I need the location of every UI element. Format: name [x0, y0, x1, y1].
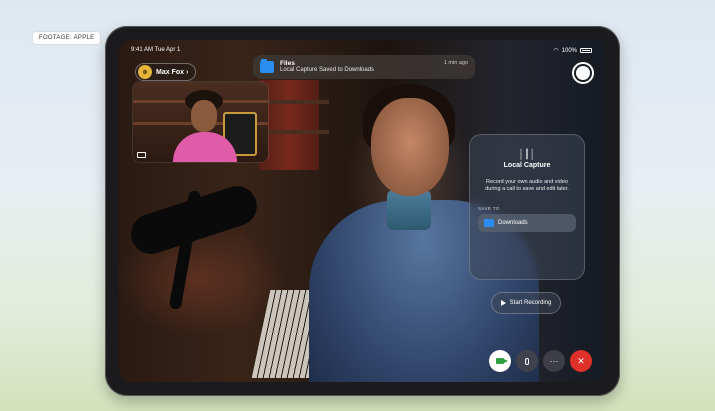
end-call-button[interactable]: ✕ — [570, 350, 592, 372]
camera-flip-icon[interactable] — [137, 152, 146, 158]
wifi-icon: ◠ — [553, 48, 559, 54]
battery-icon — [580, 48, 592, 53]
ipad-frame: 9:41 AM Tue Apr 1 ◠ 100% ☻ Max Fox › Fil… — [105, 26, 620, 396]
panel-title: Local Capture — [503, 162, 551, 169]
destination-label: Downloads — [498, 219, 528, 226]
video-icon — [496, 358, 508, 364]
notification-time: 1 min ago — [443, 60, 468, 66]
folder-icon — [484, 218, 494, 227]
facetime-screen: 9:41 AM Tue Apr 1 ◠ 100% ☻ Max Fox › Fil… — [119, 40, 606, 382]
folder-icon — [260, 59, 274, 73]
main-caller-face — [371, 98, 449, 196]
call-controls: ··· ✕ — [489, 350, 592, 372]
notification-title: Files — [280, 60, 295, 68]
mic-toggle-button[interactable] — [516, 350, 538, 372]
video-toggle-button[interactable] — [489, 350, 511, 372]
ellipsis-icon: ··· — [549, 356, 559, 366]
mic-icon — [525, 357, 529, 365]
pip-person-face — [191, 100, 217, 132]
caller-avatar-icon: ☻ — [138, 65, 152, 79]
capture-button-inner — [576, 66, 590, 80]
play-icon — [500, 300, 506, 306]
capture-button[interactable] — [572, 62, 594, 84]
caller-name-pill[interactable]: ☻ Max Fox › — [135, 63, 197, 81]
battery-percent: 100% — [561, 47, 577, 54]
start-recording-button[interactable]: Start Recording — [491, 292, 561, 314]
waveform-icon: │┃│ — [518, 149, 536, 159]
start-recording-label: Start Recording — [509, 300, 552, 306]
caller-name: Max Fox › — [156, 68, 189, 76]
background-curtain — [259, 80, 319, 170]
files-notification[interactable]: Files Local Capture Saved to Downloads 1… — [253, 55, 475, 79]
notification-message: Local Capture Saved to Downloads — [280, 67, 375, 74]
status-indicators: ◠ 100% — [553, 47, 592, 54]
status-time: 9:41 AM Tue Apr 1 — [131, 47, 181, 53]
panel-description: Record your own audio and video during a… — [485, 179, 569, 193]
main-caller-collar — [387, 190, 431, 230]
close-icon: ✕ — [577, 355, 585, 366]
local-capture-panel: │┃│ Local Capture Record your own audio … — [469, 134, 585, 280]
self-view-pip[interactable] — [133, 82, 268, 162]
more-options-button[interactable]: ··· — [543, 350, 565, 372]
save-to-label: SAVE TO — [478, 205, 500, 211]
footage-tag: FOOTAGE: APPLE — [33, 32, 101, 44]
save-destination-selector[interactable]: Downloads — [478, 213, 576, 232]
